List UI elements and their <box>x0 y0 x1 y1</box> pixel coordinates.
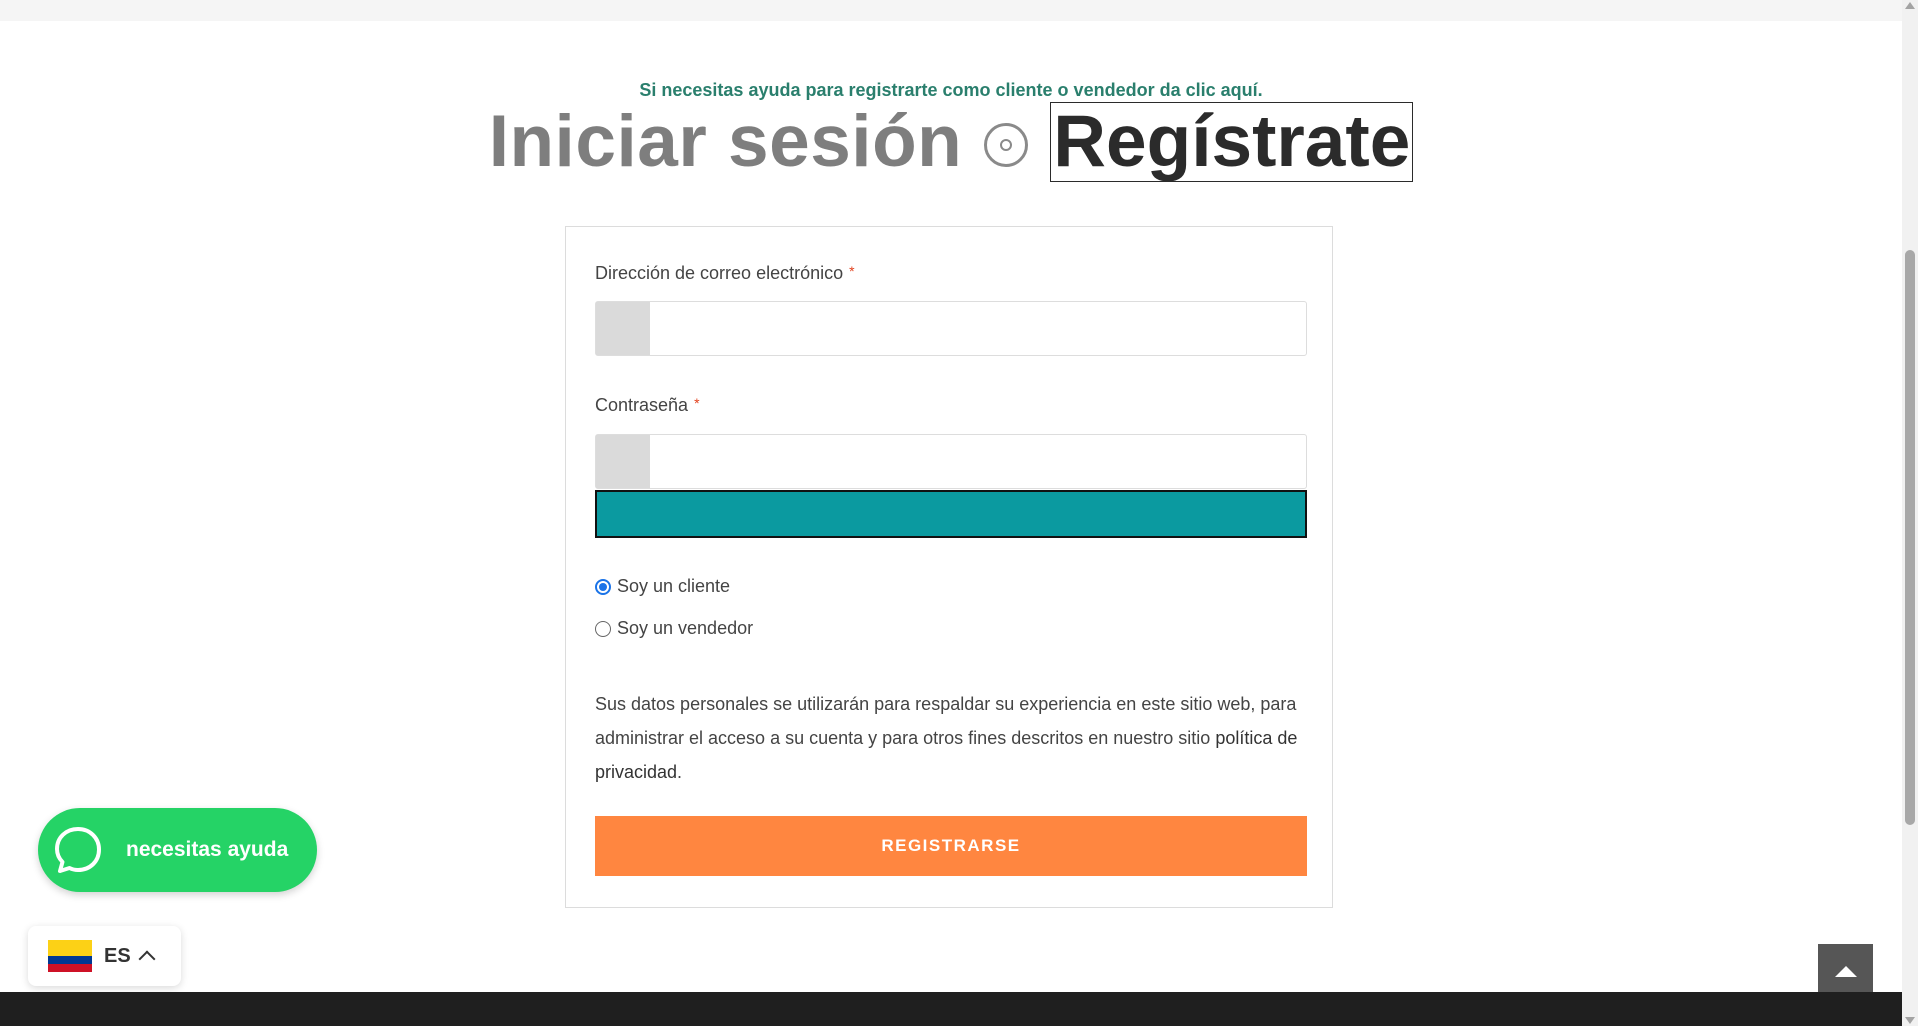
email-field[interactable] <box>650 302 1306 355</box>
separator-circle-icon <box>984 122 1029 167</box>
email-field-wrapper <box>595 301 1307 356</box>
password-field-wrapper <box>595 434 1307 489</box>
password-field[interactable] <box>650 435 1306 488</box>
top-bar <box>0 0 1902 21</box>
required-mark: * <box>694 395 700 411</box>
radio-client[interactable] <box>595 578 611 595</box>
scroll-to-top-button[interactable] <box>1818 944 1873 999</box>
whatsapp-help-button[interactable]: necesitas ayuda <box>38 808 317 892</box>
privacy-notice: Sus datos personales se utilizarán para … <box>595 687 1311 789</box>
whatsapp-chat-icon <box>55 827 101 873</box>
email-label-text: Dirección de correo electrónico <box>595 263 844 283</box>
scroll-up-arrow-icon[interactable] <box>1905 2 1915 9</box>
required-mark: * <box>849 263 855 279</box>
role-option-vendor[interactable]: Soy un vendedor <box>595 618 753 639</box>
language-switcher[interactable]: ES <box>28 926 181 986</box>
scroll-down-arrow-icon[interactable] <box>1905 1017 1915 1024</box>
colombia-flag-icon <box>48 940 92 972</box>
radio-vendor[interactable] <box>595 620 611 637</box>
scroll-thumb[interactable] <box>1905 250 1915 825</box>
privacy-end: . <box>677 762 683 782</box>
page-scrollbar[interactable] <box>1902 0 1918 1026</box>
role-vendor-label: Soy un vendedor <box>617 618 754 638</box>
tab-login[interactable]: Iniciar sesión <box>489 100 963 183</box>
tab-register[interactable]: Regístrate <box>1050 101 1414 182</box>
email-label: Dirección de correo electrónico * <box>595 263 855 284</box>
role-client-label: Soy un cliente <box>617 576 731 596</box>
auth-tabs: Iniciar sesión Regístrate <box>0 100 1902 183</box>
chevron-up-icon <box>138 950 156 968</box>
register-form: Dirección de correo electrónico * Contras… <box>565 226 1333 908</box>
register-button[interactable]: REGISTRARSE <box>595 816 1307 876</box>
password-field-prefix <box>596 435 650 488</box>
password-label: Contraseña * <box>595 395 700 416</box>
language-code: ES <box>104 944 131 967</box>
footer-bar <box>0 992 1902 1026</box>
arrow-up-icon <box>1834 966 1857 977</box>
password-strength-bar <box>595 490 1307 538</box>
privacy-text: Sus datos personales se utilizarán para … <box>595 694 1297 748</box>
role-option-client[interactable]: Soy un cliente <box>595 576 730 597</box>
help-registration-link[interactable]: Si necesitas ayuda para registrarte como… <box>0 80 1902 101</box>
whatsapp-label: necesitas ayuda <box>126 838 289 861</box>
password-label-text: Contraseña <box>595 395 689 415</box>
email-field-prefix <box>596 302 650 355</box>
